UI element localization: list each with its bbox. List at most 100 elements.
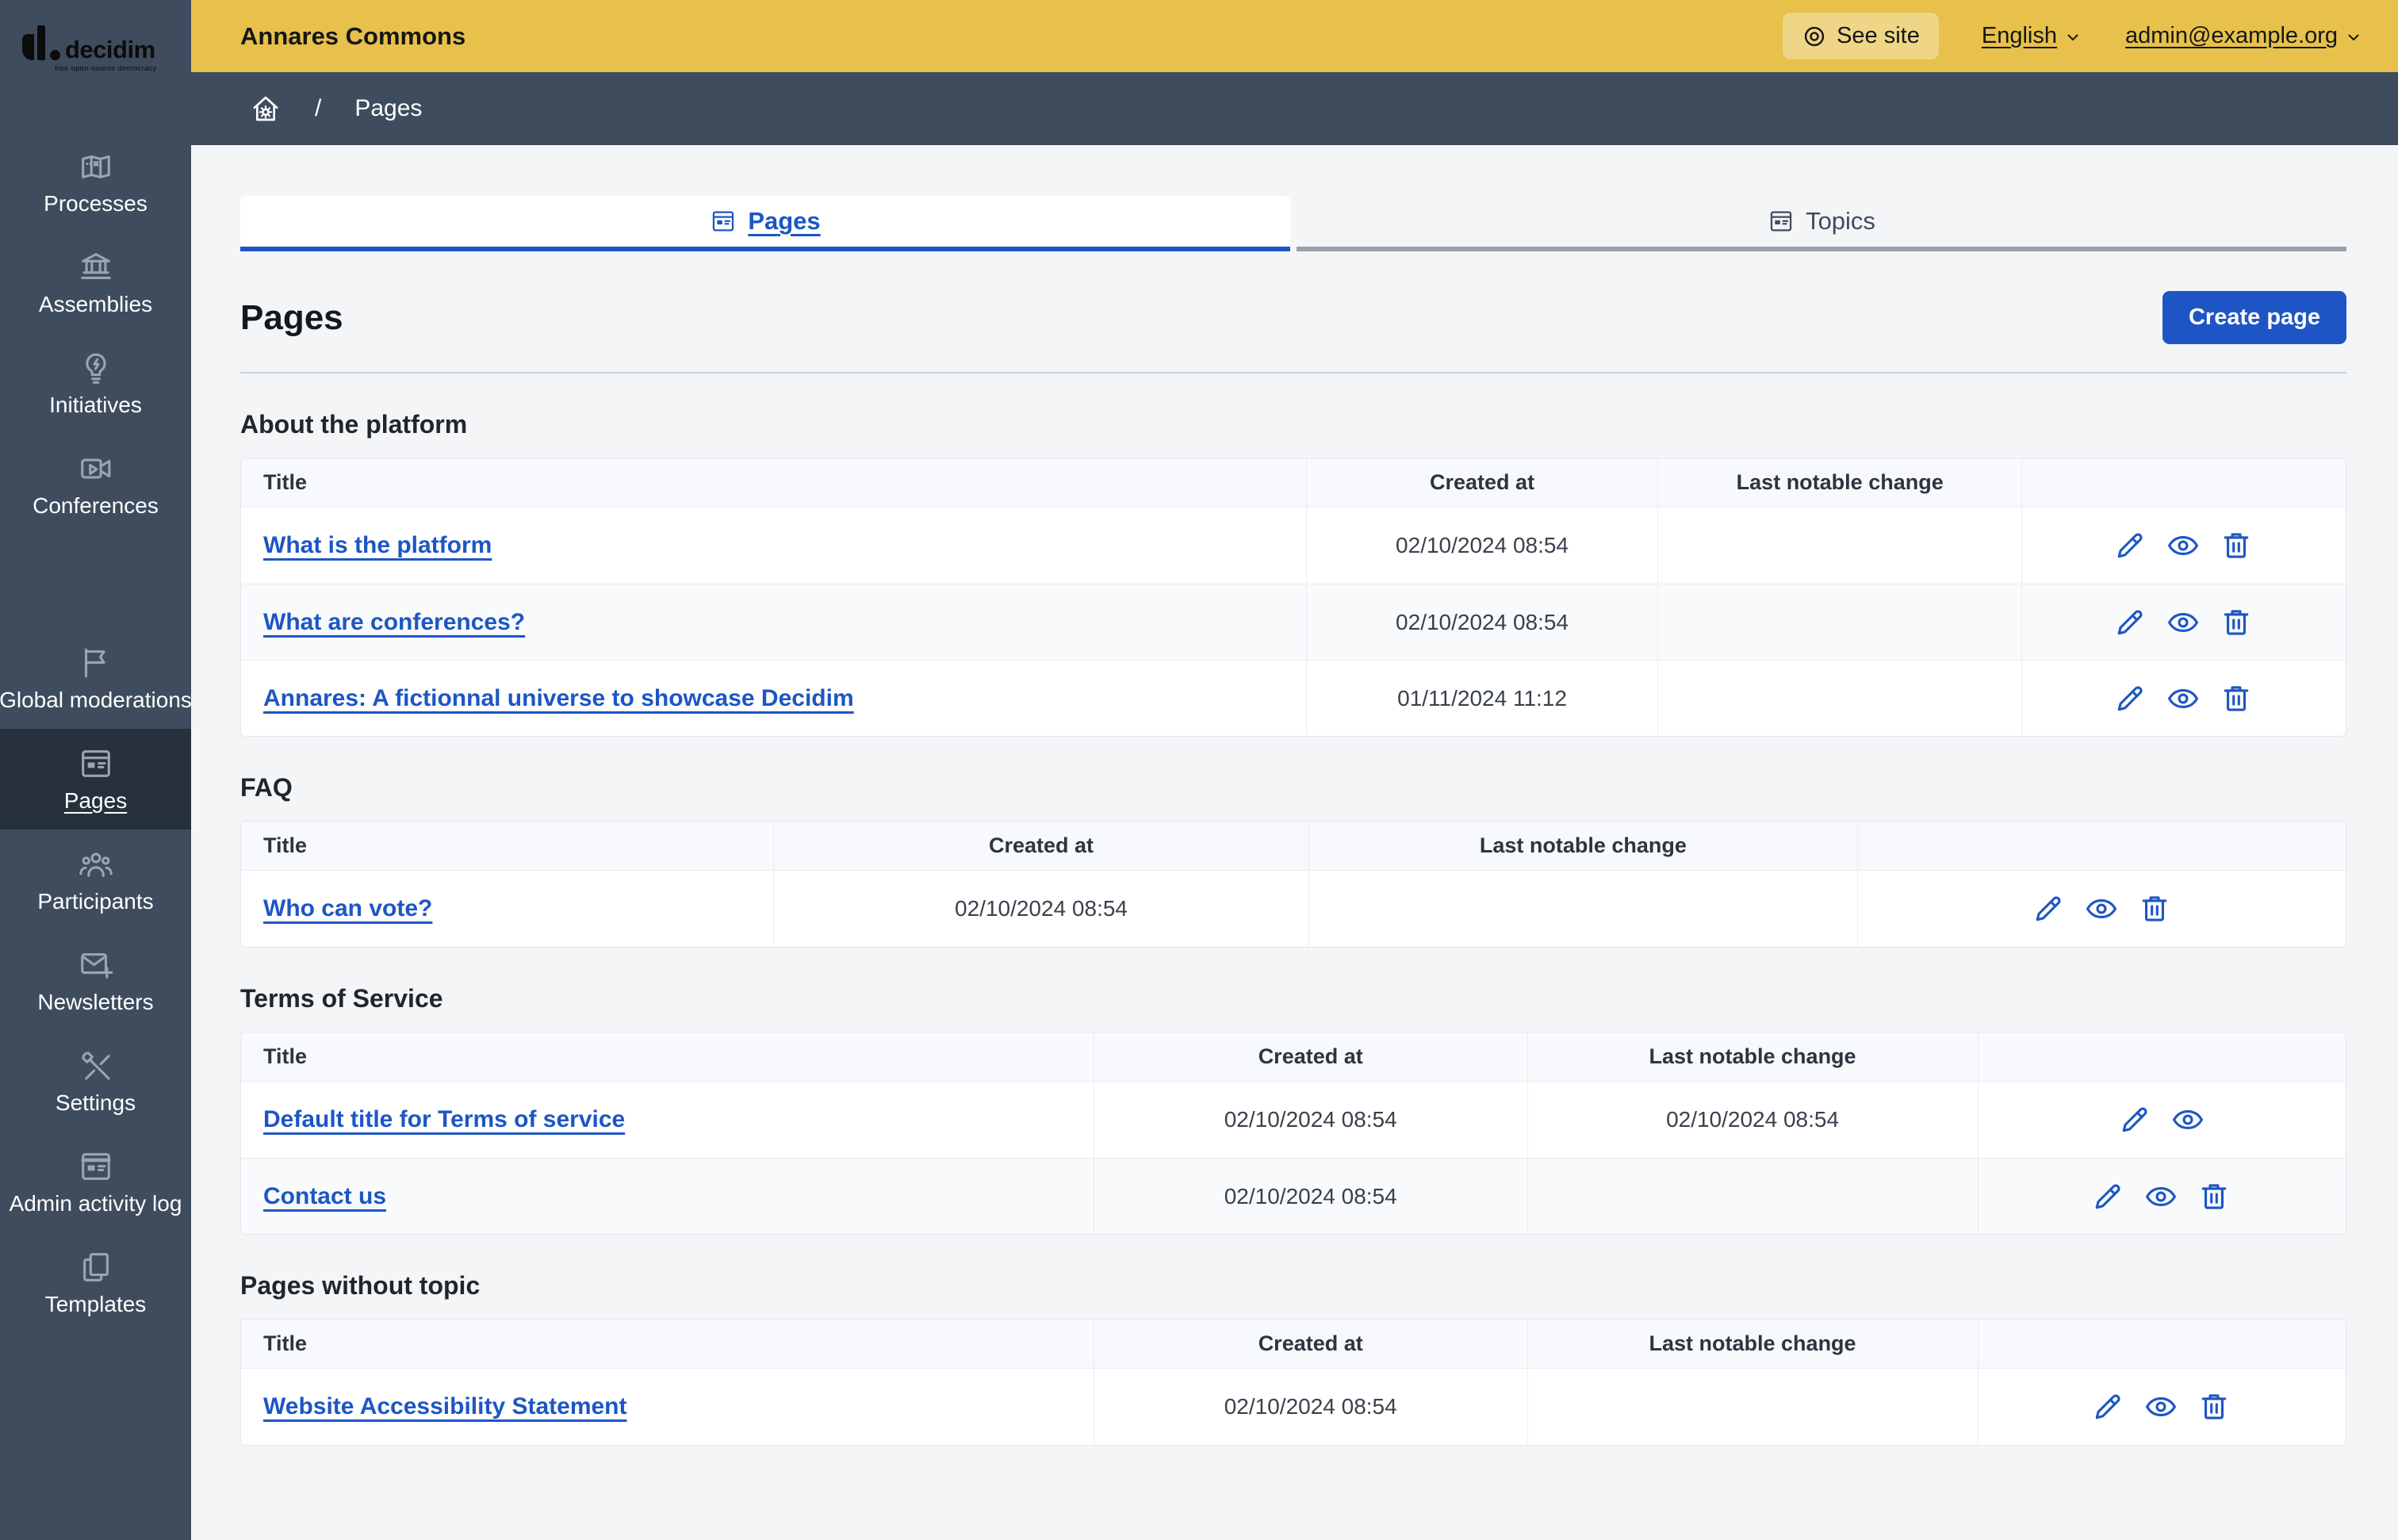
chevron-down-icon	[2063, 27, 2082, 46]
actions-cell	[1977, 1369, 2346, 1445]
see-site-label: See site	[1837, 23, 1920, 48]
pages-section: Pages without topic Title Created at Last …	[240, 1271, 2346, 1446]
page-title-link[interactable]: Who can vote?	[263, 895, 432, 921]
sidebar: decidim free open-source democracy Proce…	[0, 0, 192, 1540]
actions-cell	[1977, 1082, 2346, 1158]
page-title-link[interactable]: Website Accessibility Statement	[263, 1393, 627, 1419]
pages-table: Title Created at Last notable change Defau…	[240, 1032, 2346, 1235]
preview-button[interactable]	[2166, 604, 2202, 641]
page-title-cell: Who can vote?	[241, 871, 773, 947]
sidebar-item-initiatives[interactable]: Initiatives	[0, 333, 191, 434]
delete-button[interactable]	[2219, 527, 2255, 564]
create-page-button[interactable]: Create page	[2162, 291, 2346, 344]
trash-icon	[2219, 528, 2254, 563]
preview-button[interactable]	[2143, 1178, 2180, 1215]
breadcrumb-current: Pages	[354, 95, 423, 121]
eye-icon	[2084, 891, 2119, 926]
edit-button[interactable]	[2113, 527, 2149, 564]
sidebar-item-label: Settings	[55, 1090, 136, 1115]
decidim-logo: decidim free open-source democracy	[0, 0, 191, 87]
pencil-icon	[2031, 891, 2066, 926]
sidebar-item-conferences[interactable]: Conferences	[0, 434, 191, 534]
page-header: Pages Create page	[240, 291, 2346, 344]
page-title-link[interactable]: What are conferences?	[263, 609, 525, 635]
language-dropdown[interactable]: English	[1982, 23, 2082, 49]
sidebar-item-label: Newsletters	[37, 989, 154, 1014]
page-title-cell: Annares: A fictionnal universe to showca…	[241, 660, 1306, 736]
column-header	[1977, 1320, 2346, 1369]
delete-button[interactable]	[2137, 891, 2174, 927]
tab-pages[interactable]: Pages	[240, 196, 1290, 251]
breadcrumb-home-link[interactable]	[250, 93, 282, 125]
sidebar-item-admin-activity-log[interactable]: Admin activity log	[0, 1132, 191, 1232]
column-header	[2021, 458, 2346, 508]
pencil-icon	[2113, 528, 2147, 563]
edit-button[interactable]	[2031, 891, 2067, 927]
column-header: Last notable change	[1527, 1320, 1978, 1369]
actions-cell	[2021, 584, 2346, 660]
mail-add-icon	[78, 947, 114, 983]
tools-icon	[78, 1048, 114, 1084]
sidebar-item-pages[interactable]: Pages	[0, 729, 191, 829]
sidebar-item-global-moderations[interactable]: Global moderations	[0, 628, 192, 729]
account-dropdown[interactable]: admin@example.org	[2125, 23, 2363, 49]
page-title-cell: Contact us	[241, 1158, 1094, 1234]
preview-button[interactable]	[2170, 1101, 2207, 1138]
last-notable-change-cell	[1527, 1158, 1978, 1234]
delete-button[interactable]	[2219, 604, 2255, 641]
content-area: Pages Topics Pages Create page About the…	[191, 145, 2398, 1540]
sidebar-item-settings[interactable]: Settings	[0, 1031, 191, 1132]
preview-button[interactable]	[2143, 1389, 2180, 1425]
pages-table: Title Created at Last notable change What …	[240, 458, 2346, 737]
created-at-cell: 02/10/2024 08:54	[1093, 1082, 1527, 1158]
tab-topics[interactable]: Topics	[1297, 196, 2346, 251]
header-divider	[240, 372, 2346, 374]
pencil-icon	[2090, 1389, 2125, 1424]
edit-button[interactable]	[2090, 1178, 2127, 1215]
chevron-down-icon	[2344, 27, 2363, 46]
page-title-cell: What is the platform	[241, 508, 1306, 584]
section-heading: Terms of Service	[240, 984, 443, 1013]
last-notable-change-cell: 02/10/2024 08:54	[1527, 1082, 1978, 1158]
eye-icon	[2143, 1179, 2178, 1214]
last-notable-change-cell	[1657, 660, 2022, 736]
decidim-logo-icon	[22, 24, 60, 60]
delete-button[interactable]	[2197, 1178, 2233, 1215]
see-site-button[interactable]: See site	[1783, 13, 1939, 59]
page-title-link[interactable]: What is the platform	[263, 532, 492, 558]
page-title-link[interactable]: Annares: A fictionnal universe to showca…	[263, 685, 854, 711]
sidebar-item-processes[interactable]: Processes	[0, 132, 191, 232]
article-icon	[710, 208, 737, 235]
delete-button[interactable]	[2197, 1389, 2233, 1425]
pages-table: Title Created at Last notable change Who c…	[240, 821, 2346, 948]
sidebar-item-templates[interactable]: Templates	[0, 1232, 191, 1333]
page-title-link[interactable]: Contact us	[263, 1183, 386, 1209]
last-notable-change-cell	[1657, 508, 2021, 584]
edit-button[interactable]	[2113, 604, 2149, 641]
column-header: Title	[241, 458, 1306, 508]
edit-button[interactable]	[2117, 1101, 2154, 1138]
eye-icon	[2166, 528, 2201, 563]
page-title-cell: Website Accessibility Statement	[241, 1369, 1094, 1445]
preview-button[interactable]	[2166, 527, 2202, 564]
edit-button[interactable]	[2113, 680, 2149, 717]
page-title-link[interactable]: Default title for Terms of service	[263, 1106, 625, 1132]
sidebar-item-label: Participants	[37, 888, 154, 914]
home-gear-icon	[250, 96, 282, 130]
pencil-icon	[2117, 1102, 2152, 1137]
sidebar-item-assemblies[interactable]: Assemblies	[0, 232, 191, 333]
table-row: What are conferences? 02/10/2024 08:54	[241, 584, 2346, 660]
table-row: What is the platform 02/10/2024 08:54	[241, 508, 2346, 584]
edit-button[interactable]	[2090, 1389, 2127, 1425]
trash-icon	[2219, 681, 2254, 716]
preview-button[interactable]	[2166, 680, 2202, 717]
eye-icon	[2143, 1389, 2178, 1424]
preview-button[interactable]	[2084, 891, 2120, 927]
table-row: Contact us 02/10/2024 08:54	[241, 1158, 2346, 1234]
actions-cell	[2021, 508, 2346, 584]
pencil-icon	[2113, 605, 2147, 640]
sidebar-item-participants[interactable]: Participants	[0, 829, 191, 930]
delete-button[interactable]	[2219, 680, 2255, 717]
sidebar-item-newsletters[interactable]: Newsletters	[0, 930, 191, 1031]
actions-cell	[2021, 660, 2346, 736]
